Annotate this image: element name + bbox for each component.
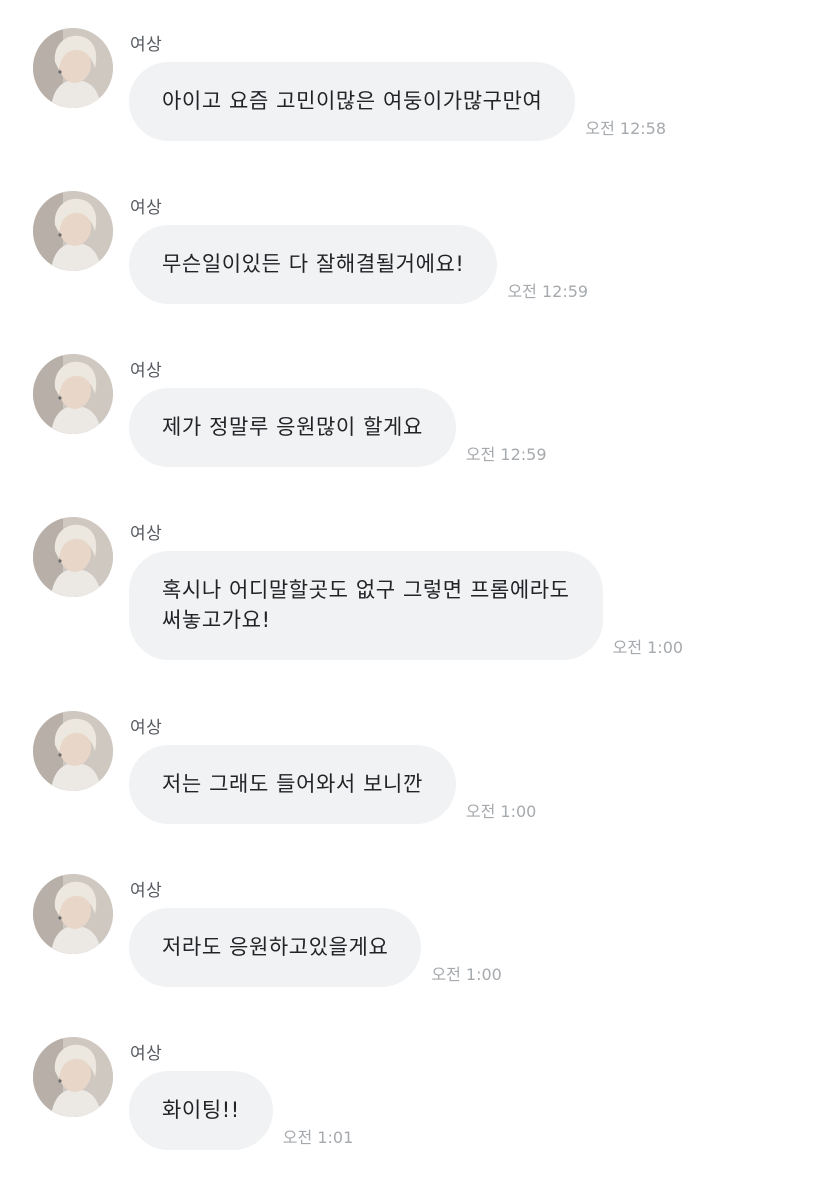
message-bubble: 제가 정말루 응원많이 할게요	[129, 388, 456, 467]
message-bubble: 무슨일이있든 다 잘해결될거에요!	[129, 225, 498, 304]
avatar[interactable]	[33, 1037, 113, 1117]
sender-name: 여상	[130, 524, 163, 544]
sender-name: 여상	[130, 881, 163, 901]
message-time: 오전 1:00	[465, 802, 537, 821]
sender-name: 여상	[130, 361, 163, 381]
avatar[interactable]	[33, 711, 113, 791]
avatar[interactable]	[33, 517, 113, 597]
sender-name: 여상	[130, 198, 163, 218]
message-bubble: 저는 그래도 들어와서 보니깐	[129, 745, 456, 824]
avatar[interactable]	[33, 28, 113, 108]
sender-name: 여상	[130, 718, 163, 738]
avatar[interactable]	[33, 874, 113, 954]
chat-message-list: 여상 아이고 요즘 고민이많은 여둥이가많구만여 오전 12:58 여상 무슨일…	[0, 0, 831, 1200]
message-time: 오전 12:59	[507, 282, 589, 301]
message-time: 오전 1:00	[612, 638, 684, 657]
message-time: 오전 12:59	[465, 445, 547, 464]
avatar[interactable]	[33, 191, 113, 271]
message-time: 오전 1:00	[431, 965, 502, 984]
message-time: 오전 12:58	[585, 119, 667, 138]
message-bubble: 아이고 요즘 고민이많은 여둥이가많구만여	[129, 62, 576, 141]
avatar[interactable]	[33, 354, 113, 434]
message-bubble: 화이팅!!	[129, 1071, 273, 1150]
message-bubble: 저라도 응원하고있을게요	[129, 908, 422, 987]
sender-name: 여상	[130, 1044, 163, 1064]
sender-name: 여상	[130, 35, 163, 55]
message-time: 오전 1:01	[282, 1128, 354, 1147]
message-bubble: 혹시나 어디말할곳도 없구 그렇면 프롬에라도 써놓고가요!	[129, 551, 603, 660]
